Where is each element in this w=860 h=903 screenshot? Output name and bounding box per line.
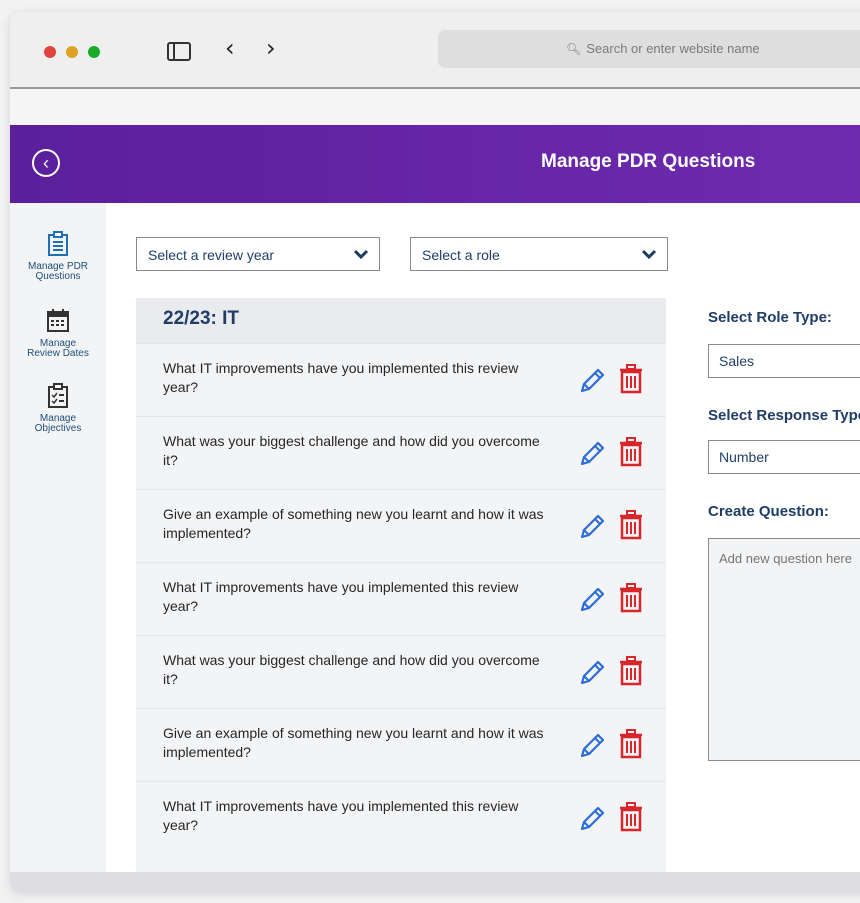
role-select-label: Select a role bbox=[422, 247, 500, 263]
panel-title: 22/23: IT bbox=[163, 308, 240, 329]
sidebar-item-manage-pdr-questions[interactable]: Manage PDR Questions bbox=[10, 231, 106, 282]
address-bar-placeholder: Search or enter website name bbox=[586, 41, 760, 56]
left-sidebar: Manage PDR Questions Manage Review Dates bbox=[10, 203, 106, 892]
main-content: Select a review year Select a role 22/23… bbox=[106, 203, 860, 892]
back-circle-icon[interactable]: ‹ bbox=[32, 149, 60, 177]
question-row: Give an example of something new you lea… bbox=[136, 489, 666, 560]
question-text: What was your biggest challenge and how … bbox=[163, 652, 540, 687]
chevron-down-icon bbox=[641, 249, 657, 260]
trash-delete-icon[interactable] bbox=[619, 364, 643, 394]
sidebar-item-manage-objectives[interactable]: Manage Objectives bbox=[10, 383, 106, 434]
response-type-label: Select Response Type: bbox=[708, 407, 860, 424]
sidebar-item-label: Questions bbox=[35, 271, 81, 282]
review-year-select-label: Select a review year bbox=[148, 247, 275, 263]
sidebar-item-label: Review Dates bbox=[27, 348, 89, 359]
question-row: What was your biggest challenge and how … bbox=[136, 416, 666, 487]
address-bar[interactable]: 🔍︎ Search or enter website name bbox=[438, 30, 860, 68]
review-year-select[interactable]: Select a review year bbox=[136, 237, 380, 271]
question-row: What IT improvements have you implemente… bbox=[136, 343, 666, 414]
create-question-label: Create Question: bbox=[708, 503, 829, 520]
minimize-window-button[interactable] bbox=[66, 46, 78, 58]
trash-delete-icon[interactable] bbox=[619, 729, 643, 759]
question-row: What IT improvements have you implemente… bbox=[136, 781, 666, 852]
question-row: Give an example of something new you lea… bbox=[136, 708, 666, 779]
pencil-edit-icon[interactable] bbox=[577, 804, 607, 834]
trash-delete-icon[interactable] bbox=[619, 802, 643, 832]
pencil-edit-icon[interactable] bbox=[577, 658, 607, 688]
trash-delete-icon[interactable] bbox=[619, 510, 643, 540]
question-text: Give an example of something new you lea… bbox=[163, 725, 544, 760]
response-type-field[interactable]: Number bbox=[708, 440, 860, 474]
page-title: Manage PDR Questions bbox=[541, 151, 756, 172]
close-window-button[interactable] bbox=[44, 46, 56, 58]
pencil-edit-icon[interactable] bbox=[577, 585, 607, 615]
back-chevron-icon[interactable]: ‹ bbox=[225, 36, 235, 60]
search-icon: 🔍︎ bbox=[566, 42, 582, 56]
question-text: What was your biggest challenge and how … bbox=[163, 433, 540, 468]
question-text: What IT improvements have you implemente… bbox=[163, 798, 519, 833]
sidebar-item-label: Objectives bbox=[34, 423, 82, 434]
forward-chevron-icon[interactable]: › bbox=[266, 36, 276, 60]
pencil-edit-icon[interactable] bbox=[577, 439, 607, 469]
pencil-edit-icon[interactable] bbox=[577, 512, 607, 542]
chevron-down-icon bbox=[353, 249, 369, 260]
question-row: What was your biggest challenge and how … bbox=[136, 635, 666, 706]
new-question-textarea[interactable] bbox=[708, 538, 860, 761]
app-header: ‹ Manage PDR Questions bbox=[10, 125, 860, 203]
role-select[interactable]: Select a role bbox=[410, 237, 668, 271]
sidebar-item-manage-review-dates[interactable]: Manage Review Dates bbox=[10, 308, 106, 359]
browser-toolbar: ‹ › 🔍︎ Search or enter website name bbox=[10, 12, 860, 87]
trash-delete-icon[interactable] bbox=[619, 583, 643, 613]
question-text: What IT improvements have you implemente… bbox=[163, 579, 519, 614]
role-type-label: Select Role Type: bbox=[708, 309, 832, 326]
role-type-field[interactable]: Sales bbox=[708, 344, 860, 378]
browser-window: ‹ › 🔍︎ Search or enter website name ‹ Man… bbox=[10, 12, 860, 892]
bottom-bar bbox=[10, 872, 860, 892]
question-text: What IT improvements have you implemente… bbox=[163, 360, 519, 395]
calendar-icon bbox=[47, 309, 69, 332]
sidebar-toggle-icon[interactable] bbox=[167, 42, 191, 61]
maximize-window-button[interactable] bbox=[88, 46, 100, 58]
questions-panel: 22/23: IT What IT improvements have you … bbox=[136, 298, 666, 888]
clipboard-list-icon bbox=[48, 231, 68, 256]
browser-tab-strip bbox=[10, 87, 860, 127]
trash-delete-icon[interactable] bbox=[619, 437, 643, 467]
checklist-icon bbox=[48, 383, 68, 408]
pencil-edit-icon[interactable] bbox=[577, 731, 607, 761]
question-row: What IT improvements have you implemente… bbox=[136, 562, 666, 633]
trash-delete-icon[interactable] bbox=[619, 656, 643, 686]
question-text: Give an example of something new you lea… bbox=[163, 506, 544, 541]
panel-header: 22/23: IT bbox=[136, 298, 666, 343]
pencil-edit-icon[interactable] bbox=[577, 366, 607, 396]
